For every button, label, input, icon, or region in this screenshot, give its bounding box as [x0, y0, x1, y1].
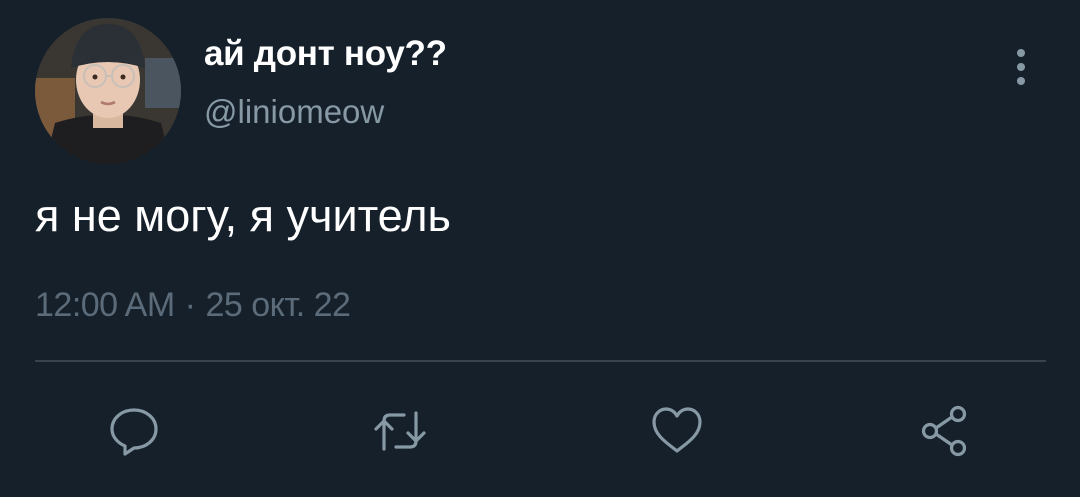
reply-icon — [110, 408, 158, 456]
more-options-button[interactable] — [1006, 44, 1036, 90]
share-icon — [921, 405, 967, 457]
display-name[interactable]: ай донт ноу?? — [204, 34, 447, 74]
tweet-timestamp[interactable]: 12:00 AM · 25 окт. 22 — [35, 286, 351, 325]
avatar[interactable] — [35, 18, 181, 164]
like-button[interactable] — [649, 403, 705, 459]
tweet-text: я не могу, я учитель — [35, 190, 451, 241]
tweet-time: 12:00 AM — [35, 286, 175, 324]
user-handle[interactable]: @liniomeow — [204, 93, 384, 131]
divider — [35, 360, 1046, 362]
share-button[interactable] — [918, 403, 974, 459]
tweet: ай донт ноу?? @liniomeow я не могу, я уч… — [0, 0, 1080, 497]
avatar-photo — [35, 18, 181, 164]
tweet-date: 25 окт. 22 — [205, 286, 351, 324]
reply-button[interactable] — [106, 403, 162, 459]
more-vertical-icon — [1017, 49, 1025, 85]
like-icon — [652, 407, 702, 453]
retweet-icon — [374, 411, 426, 451]
retweet-button[interactable] — [372, 403, 428, 459]
meta-separator: · — [184, 286, 196, 324]
